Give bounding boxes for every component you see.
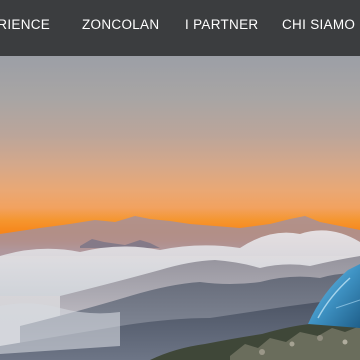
mountain-sunset-illustration bbox=[0, 216, 360, 360]
page: ERIENCE ZONCOLAN I PARTNER CHI SIAMO bbox=[0, 0, 360, 360]
rock bbox=[259, 349, 265, 355]
rock bbox=[317, 335, 323, 341]
rock bbox=[289, 341, 295, 347]
top-navigation-bar: ERIENCE ZONCOLAN I PARTNER CHI SIAMO bbox=[0, 0, 360, 56]
rock bbox=[342, 339, 348, 345]
nav-item-i-partner[interactable]: I PARTNER bbox=[185, 0, 258, 50]
nav-item-zoncolan[interactable]: ZONCOLAN bbox=[82, 0, 159, 50]
nav-item-chi-siamo[interactable]: CHI SIAMO bbox=[282, 0, 355, 50]
hero-image bbox=[0, 56, 360, 360]
nav-item-experience[interactable]: ERIENCE bbox=[0, 0, 50, 50]
